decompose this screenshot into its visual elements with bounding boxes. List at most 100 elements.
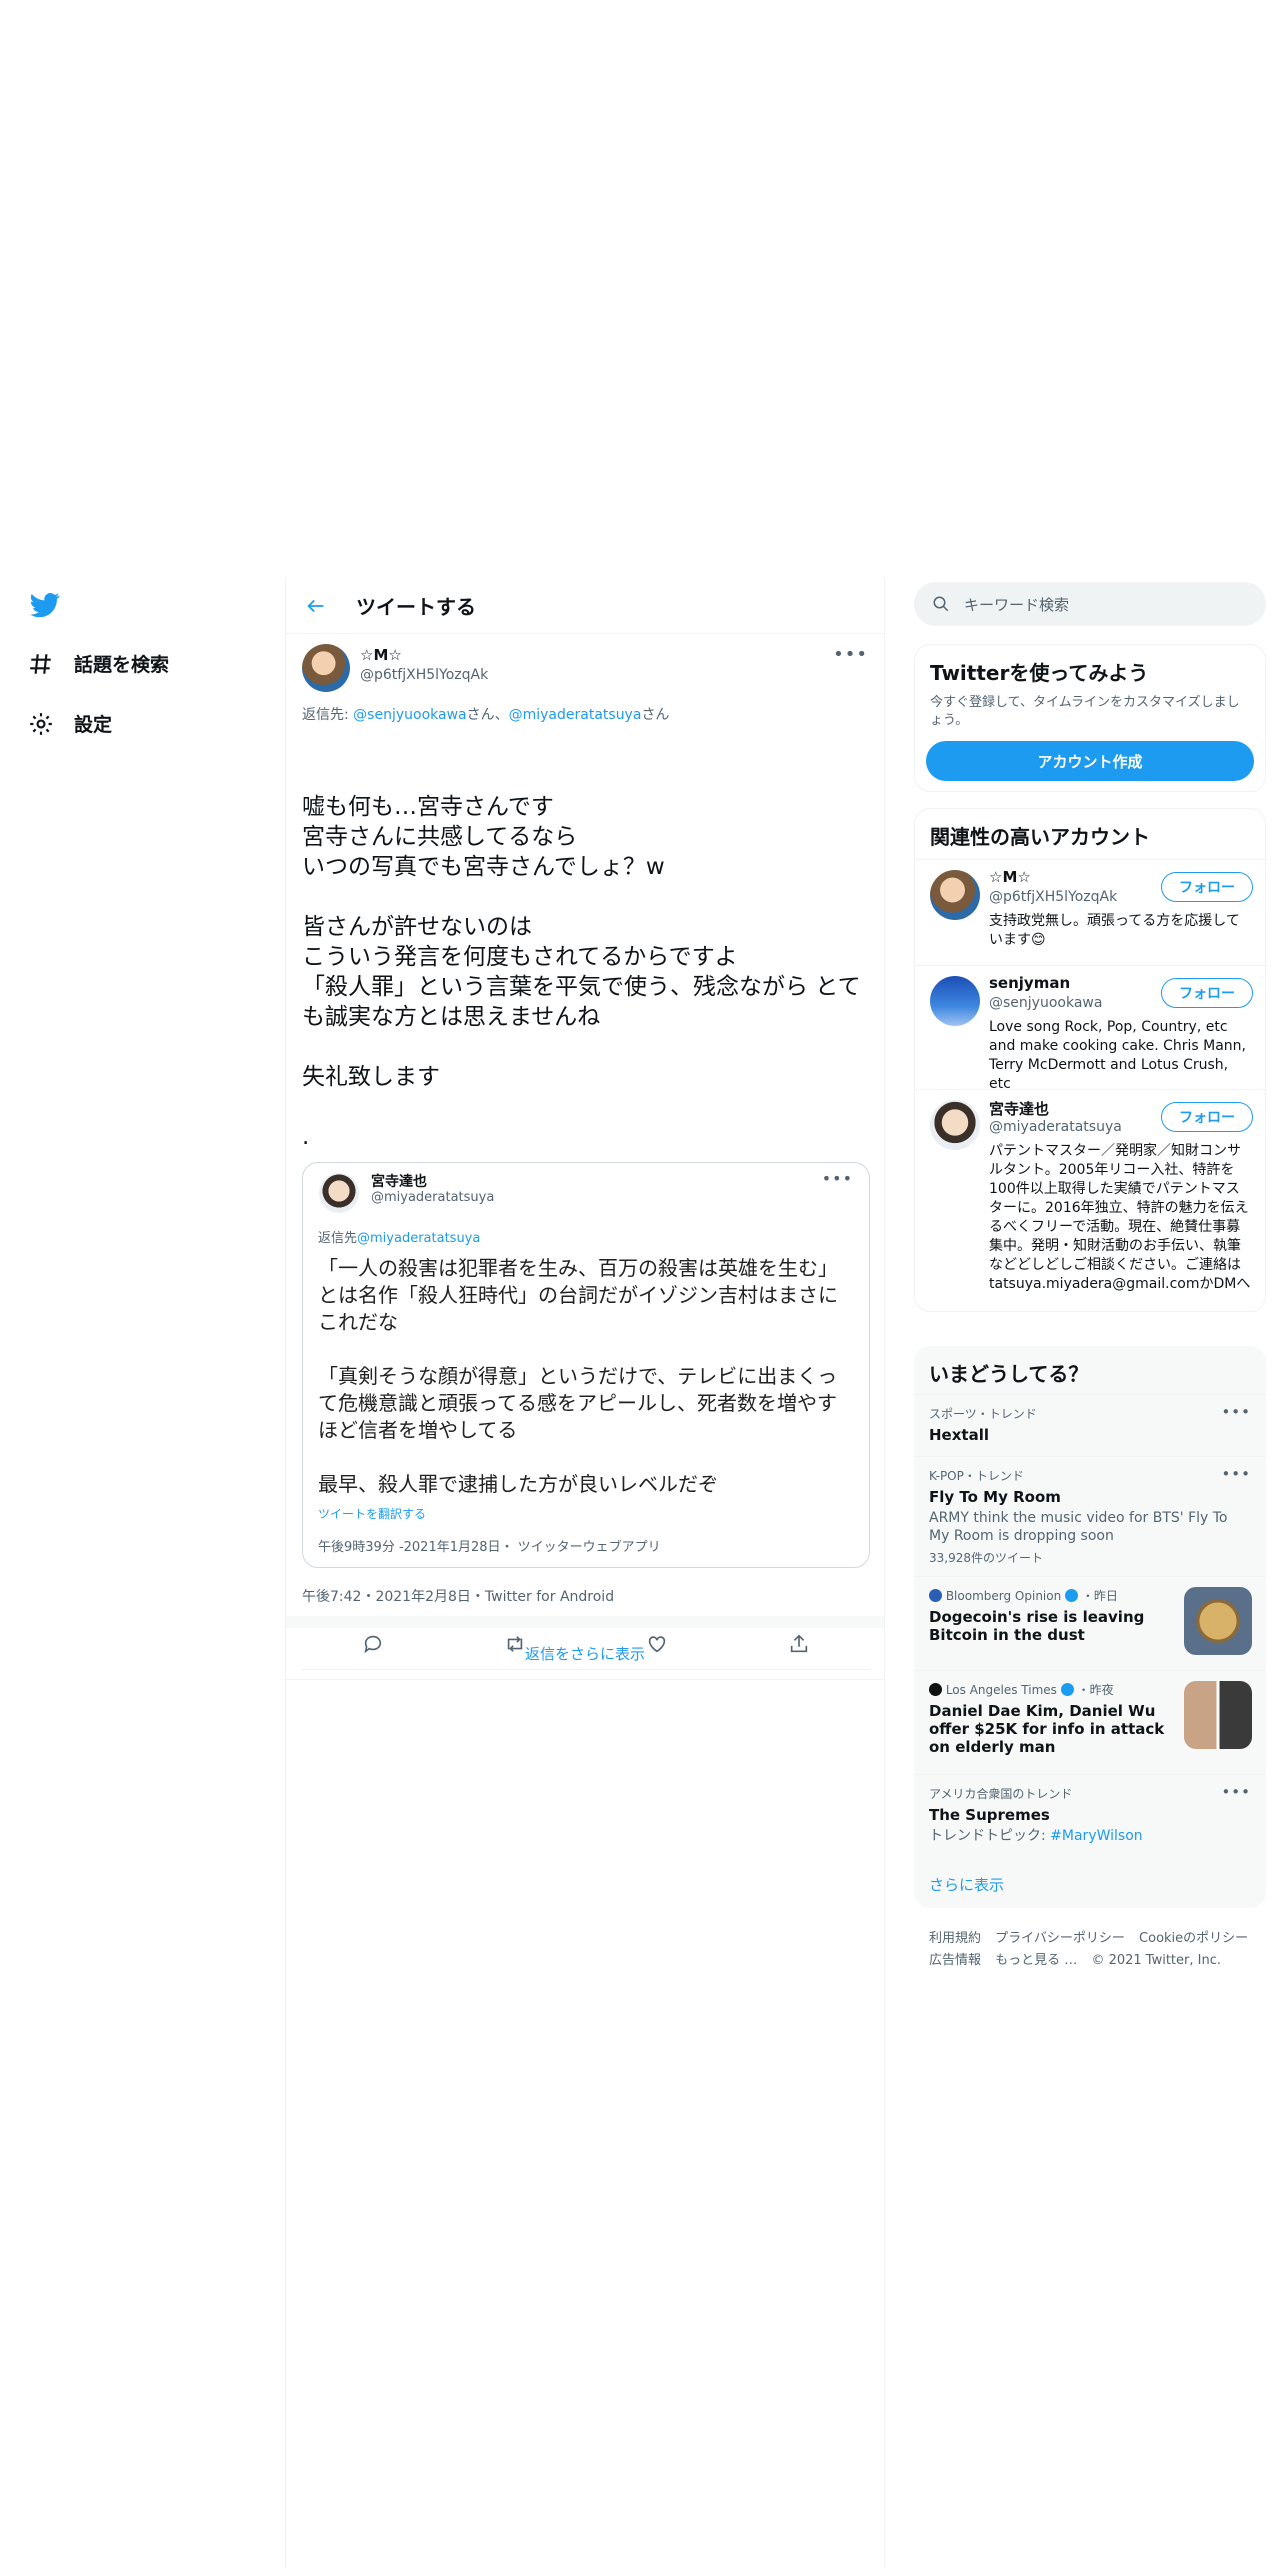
avatar	[930, 870, 980, 920]
trend-topic: Fly To My Room	[929, 1488, 1061, 1506]
footer-line-2: 広告情報 もっと見る … © 2021 Twitter, Inc.	[929, 1950, 1266, 1972]
quote-timestamp: 午後9時39分 -2021年1月28日・ ツイッターウェブアプリ	[318, 1540, 661, 1555]
trend-sub-prefix: トレンドトピック:	[929, 1828, 1051, 1844]
trends-title: いまどうしてる？	[929, 1362, 1089, 1386]
reply-suffix-1: さん、	[466, 707, 509, 723]
quote-reply-user-link[interactable]: @miyaderatatsuya	[357, 1231, 480, 1246]
quoted-tweet[interactable]: 宮寺達也 @miyaderatatsuya ••• 返信先@miyaderata…	[302, 1162, 870, 1568]
related-accounts-card: 関連性の高いアカウント ☆M☆ @p6tfjXH5lYozqAk 支持政党無し。…	[914, 808, 1267, 1312]
gear-icon	[30, 712, 52, 735]
nav-settings[interactable]: 設定	[28, 710, 112, 737]
reply-user-link-2[interactable]: @miyaderatatsuya	[509, 707, 642, 723]
footer-link-more[interactable]: もっと見る …	[995, 1953, 1077, 1968]
reply-prefix: 返信先:	[302, 707, 354, 723]
page-title: ツイートする	[356, 595, 476, 619]
news-time: ・昨日	[1081, 1589, 1118, 1603]
search-icon	[933, 596, 949, 612]
nav-explore[interactable]: 話題を検索	[28, 650, 169, 677]
twitter-logo-icon[interactable]	[28, 590, 62, 620]
avatar[interactable]	[302, 644, 350, 692]
news-thumbnail	[1184, 1681, 1252, 1749]
trend-description: ARMY think the music video for BTS' Fly …	[929, 1510, 1228, 1544]
account-item[interactable]: ☆M☆ @p6tfjXH5lYozqAk 支持政党無し。頑張ってる方を応援してい…	[915, 859, 1267, 965]
section-divider	[286, 1616, 884, 1628]
verified-badge-icon	[1065, 1589, 1079, 1602]
news-item[interactable]: Bloomberg Opinion ・昨日 Dogecoin's rise is…	[914, 1576, 1266, 1670]
reply-suffix-2: さん	[641, 707, 670, 723]
quote-author-name: 宮寺達也	[371, 1174, 427, 1190]
trend-topic: Hextall	[929, 1426, 989, 1444]
account-handle: @senjyuookawa	[989, 995, 1103, 1011]
follow-button[interactable]: フォロー	[1161, 872, 1253, 902]
more-options-icon[interactable]: •••	[1221, 1783, 1251, 1801]
trend-context: スポーツ・トレンド	[929, 1407, 1037, 1421]
author-name: ☆M☆	[360, 646, 402, 664]
more-options-icon[interactable]: •••	[833, 644, 868, 665]
hashtag-icon	[30, 653, 51, 674]
trend-item[interactable]: K-POP・トレンド Fly To My Room ARMY think the…	[914, 1456, 1266, 1576]
quote-more-icon[interactable]: •••	[822, 1169, 853, 1188]
trend-count: 33,928件のツイート	[929, 1551, 1043, 1565]
account-bio: Love song Rock, Pop, Country, etc and ma…	[989, 1019, 1247, 1092]
footer-link-cookies[interactable]: Cookieのポリシー	[1139, 1931, 1248, 1946]
footer-link-privacy[interactable]: プライバシーポリシー	[995, 1931, 1125, 1946]
follow-button[interactable]: フォロー	[1161, 978, 1253, 1008]
account-item[interactable]: senjyman @senjyuookawa Love song Rock, P…	[915, 965, 1267, 1092]
trend-context: アメリカ合衆国のトレンド	[929, 1787, 1073, 1801]
create-account-button[interactable]: アカウント作成	[926, 741, 1254, 781]
author-handle: @p6tfjXH5lYozqAk	[360, 667, 489, 683]
nav-settings-label: 設定	[74, 714, 113, 736]
footer-line-1: 利用規約 プライバシーポリシー Cookieのポリシー	[929, 1928, 1266, 1950]
search-input[interactable]: キーワード検索	[964, 594, 1069, 615]
tweet-author[interactable]: ☆M☆ @p6tfjXH5lYozqAk	[360, 646, 488, 683]
footer-link-terms[interactable]: 利用規約	[929, 1931, 981, 1946]
source-logo-icon	[929, 1683, 942, 1696]
news-thumbnail	[1184, 1587, 1252, 1655]
right-sidebar: キーワード検索 Twitterを使ってみよう 今すぐ登録して、タイムラインをカス…	[914, 582, 1267, 1968]
account-item[interactable]: 宮寺達也 @miyaderatatsuya パテントマスター／発明家／知財コンサ…	[915, 1089, 1267, 1311]
nav-explore-label: 話題を検索	[74, 654, 170, 676]
show-more-trends-link[interactable]: さらに表示	[929, 1874, 1004, 1895]
news-headline: Daniel Dae Kim, Daniel Wu offer $25K for…	[929, 1702, 1165, 1756]
back-button[interactable]	[296, 586, 336, 626]
news-time: ・昨夜	[1077, 1683, 1114, 1697]
news-item[interactable]: Los Angeles Times ・昨夜 Daniel Dae Kim, Da…	[914, 1670, 1266, 1774]
footer: 利用規約 プライバシーポリシー Cookieのポリシー 広告情報 もっと見る ……	[914, 1928, 1266, 1972]
account-name: ☆M☆	[989, 868, 1031, 886]
quote-reply-to: 返信先@miyaderatatsuya	[318, 1227, 480, 1246]
trend-context: K-POP・トレンド	[929, 1469, 1024, 1483]
quote-reply-prefix: 返信先	[318, 1231, 358, 1246]
try-twitter-desc: 今すぐ登録して、タイムラインをカスタマイズしましょう。	[930, 695, 1240, 728]
reply-user-link-1[interactable]: @senjyuookawa	[353, 707, 466, 723]
account-handle: @p6tfjXH5lYozqAk	[989, 889, 1118, 905]
news-headline: Dogecoin's rise is leaving Bitcoin in th…	[929, 1608, 1145, 1644]
avatar	[930, 1100, 980, 1150]
search-box[interactable]: キーワード検索	[914, 582, 1266, 626]
translate-tweet-link[interactable]: ツイートを翻訳する	[318, 1505, 426, 1522]
quote-author-handle: @miyaderatatsuya	[371, 1190, 495, 1205]
account-bio: パテントマスター／発明家／知財コンサルタント。2005年リコー入社、特許を100…	[989, 1143, 1251, 1292]
trend-description: トレンドトピック: #MaryWilson	[929, 1827, 1251, 1845]
verified-badge-icon	[1060, 1683, 1074, 1696]
trend-hashtag-link[interactable]: #MaryWilson	[1050, 1828, 1142, 1844]
more-options-icon[interactable]: •••	[1221, 1403, 1251, 1421]
tweet-timestamp[interactable]: 午後7:42・2021年2月8日・Twitter for Android	[302, 1586, 614, 1606]
footer-copyright: © 2021 Twitter, Inc.	[1091, 1953, 1221, 1968]
page: 話題を検索 設定 ツイートする ☆M☆ @p6tfjXH5lYozqAk •••…	[0, 0, 1284, 2568]
trend-item[interactable]: アメリカ合衆国のトレンド The Supremes トレンドトピック: #Mar…	[914, 1774, 1266, 1864]
quote-avatar	[319, 1173, 359, 1213]
try-twitter-card: Twitterを使ってみよう 今すぐ登録して、タイムラインをカスタマイズしましょ…	[914, 644, 1266, 792]
follow-button[interactable]: フォロー	[1161, 1102, 1253, 1132]
trend-item[interactable]: スポーツ・トレンド Hextall •••	[914, 1394, 1266, 1456]
news-source-name: Los Angeles Times	[945, 1683, 1057, 1697]
show-more-replies-link[interactable]: 返信をさらに表示	[286, 1628, 884, 1680]
quote-text: 「一人の殺害は犯罪者を生み、百万の殺害は英雄を生む」とは名作「殺人狂時代」の台詞…	[318, 1256, 838, 1496]
main-column: ツイートする ☆M☆ @p6tfjXH5lYozqAk ••• 返信先: @se…	[285, 578, 885, 2568]
footer-link-ads[interactable]: 広告情報	[929, 1953, 981, 1968]
center-header: ツイートする	[286, 578, 884, 634]
related-title: 関連性の高いアカウント	[930, 825, 1150, 849]
arrow-left-icon	[307, 599, 324, 612]
more-options-icon[interactable]: •••	[1221, 1465, 1251, 1483]
tweet-text: 嘘も何も…宮寺さんです 宮寺さんに共感してるなら いつの写真でも宮寺さんでしょ？…	[302, 794, 861, 1150]
avatar	[930, 976, 980, 1026]
